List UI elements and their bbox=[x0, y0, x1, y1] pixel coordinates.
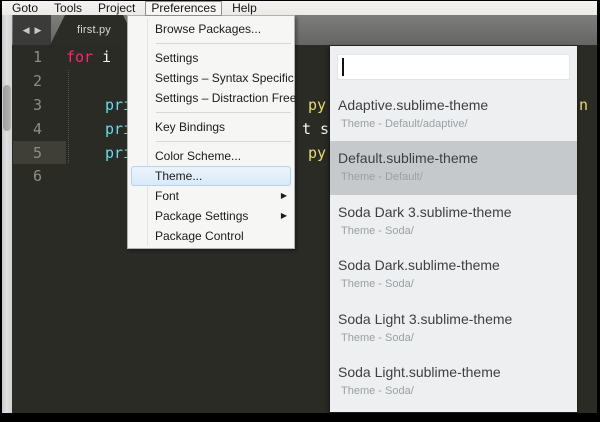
theme-name: Adaptive.sublime-theme bbox=[338, 97, 577, 113]
theme-quick-panel: Adaptive.sublime-theme Theme - Default/a… bbox=[330, 46, 577, 412]
menu-help[interactable]: Help bbox=[226, 2, 263, 15]
menu-item-settings-syntax-specific[interactable]: Settings – Syntax Specific bbox=[128, 68, 294, 88]
tab-bar: ◀ ▶ first.py bbox=[2, 15, 597, 45]
tab-scroll-buttons: ◀ ▶ bbox=[13, 15, 51, 45]
theme-path: Theme - Default/ bbox=[341, 171, 577, 184]
theme-path: Theme - Default/adaptive/ bbox=[341, 118, 577, 131]
menu-project[interactable]: Project bbox=[92, 2, 141, 15]
theme-search-input[interactable] bbox=[337, 54, 570, 80]
theme-name: Soda Light 3.sublime-theme bbox=[338, 311, 577, 327]
menu-item-package-control[interactable]: Package Control bbox=[128, 226, 294, 246]
theme-option-adaptive[interactable]: Adaptive.sublime-theme Theme - Default/a… bbox=[330, 88, 577, 141]
theme-option-soda-dark-3[interactable]: Soda Dark 3.sublime-theme Theme - Soda/ bbox=[330, 195, 577, 248]
line-number: 2 bbox=[14, 69, 42, 93]
code-token: i bbox=[102, 45, 111, 69]
theme-option-soda-light[interactable]: Soda Light.sublime-theme Theme - Soda/ bbox=[330, 355, 577, 408]
code-token: py bbox=[308, 93, 326, 117]
app-window: { "menu_bar": { "items": [ {"label": "Go… bbox=[0, 0, 600, 422]
menu-item-font-label: Font bbox=[155, 189, 179, 203]
menu-item-settings-distraction-free[interactable]: Settings – Distraction Free bbox=[128, 88, 294, 108]
menu-item-settings[interactable]: Settings bbox=[128, 48, 294, 68]
code-token: t s bbox=[302, 117, 329, 141]
menu-item-font[interactable]: Font ▶ bbox=[128, 186, 294, 206]
theme-name: Soda Dark.sublime-theme bbox=[338, 257, 577, 273]
theme-path: Theme - Soda/ bbox=[341, 225, 577, 238]
menu-goto[interactable]: Goto bbox=[6, 2, 44, 15]
line-number: 6 bbox=[14, 164, 42, 188]
theme-name: Soda Light.sublime-theme bbox=[338, 364, 577, 380]
menu-bar: Goto Tools Project Preferences Help bbox=[2, 1, 597, 15]
menu-tools[interactable]: Tools bbox=[48, 2, 88, 15]
code-token: n bbox=[579, 93, 588, 117]
theme-option-soda-dark[interactable]: Soda Dark.sublime-theme Theme - Soda/ bbox=[330, 248, 577, 301]
line-number: 3 bbox=[14, 93, 42, 117]
tab-first-py[interactable]: first.py bbox=[50, 15, 138, 45]
menu-item-key-bindings[interactable]: Key Bindings bbox=[128, 117, 294, 137]
text-caret bbox=[342, 58, 344, 76]
code-token: for bbox=[66, 45, 93, 69]
menu-item-package-settings[interactable]: Package Settings ▶ bbox=[128, 206, 294, 226]
line-number: 1 bbox=[14, 45, 42, 69]
theme-path: Theme - Soda/ bbox=[341, 385, 577, 398]
menu-separator bbox=[128, 39, 294, 48]
tab-label: first.py bbox=[77, 24, 111, 36]
menu-item-theme[interactable]: Theme... bbox=[131, 166, 291, 186]
menu-preferences[interactable]: Preferences bbox=[145, 1, 222, 16]
menu-separator bbox=[128, 108, 294, 117]
line-number: 5 bbox=[14, 141, 42, 165]
theme-name: Default.sublime-theme bbox=[338, 150, 577, 166]
tab-scroll-right-icon[interactable]: ▶ bbox=[35, 15, 42, 45]
menu-item-package-settings-label: Package Settings bbox=[155, 209, 248, 223]
line-number: 4 bbox=[14, 117, 42, 141]
submenu-arrow-icon: ▶ bbox=[281, 206, 287, 226]
indent-guide bbox=[68, 70, 69, 163]
menu-item-color-scheme[interactable]: Color Scheme... bbox=[128, 146, 294, 166]
theme-option-default[interactable]: Default.sublime-theme Theme - Default/ bbox=[330, 141, 577, 194]
menu-item-browse-packages[interactable]: Browse Packages... bbox=[128, 19, 294, 39]
theme-name: Soda Dark 3.sublime-theme bbox=[338, 204, 577, 220]
scrollbar-thumb[interactable] bbox=[3, 85, 11, 131]
preferences-dropdown-menu: Browse Packages... Settings Settings – S… bbox=[127, 15, 295, 249]
theme-list: Adaptive.sublime-theme Theme - Default/a… bbox=[330, 88, 577, 408]
theme-path: Theme - Soda/ bbox=[341, 278, 577, 291]
theme-option-soda-light-3[interactable]: Soda Light 3.sublime-theme Theme - Soda/ bbox=[330, 302, 577, 355]
theme-path: Theme - Soda/ bbox=[341, 332, 577, 345]
code-token: py bbox=[308, 141, 326, 165]
submenu-arrow-icon: ▶ bbox=[281, 186, 287, 206]
menu-separator bbox=[128, 137, 294, 146]
tab-scroll-left-icon[interactable]: ◀ bbox=[23, 15, 30, 45]
vertical-scrollbar[interactable] bbox=[2, 15, 12, 413]
